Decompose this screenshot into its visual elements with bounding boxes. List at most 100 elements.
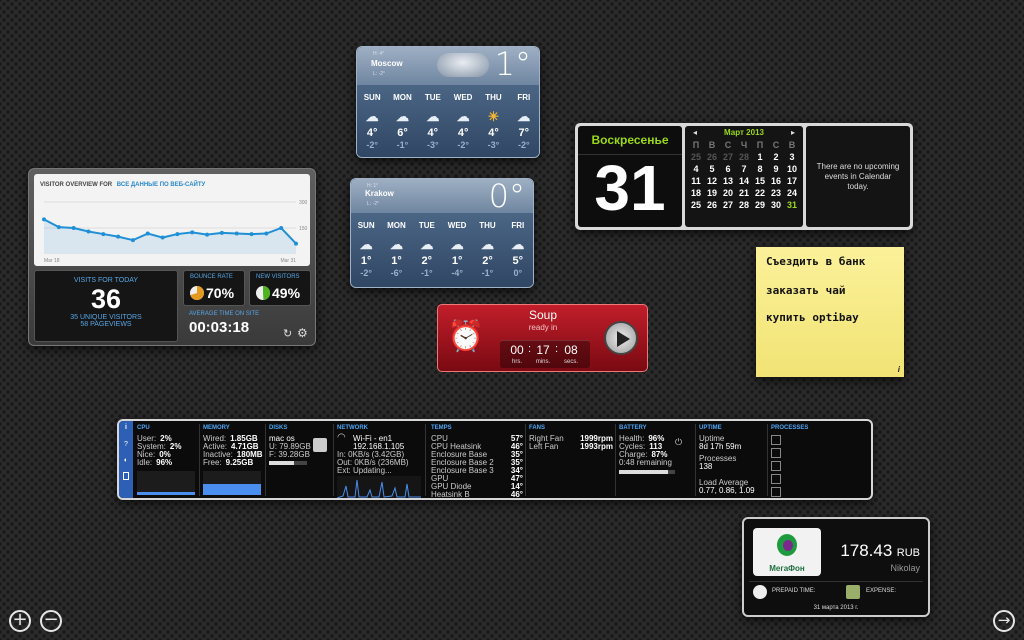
calendar-date[interactable]: 20 [720, 187, 736, 199]
calendar-date[interactable]: 8 [752, 163, 768, 175]
analytics-widget[interactable]: VISITOR OVERVIEW FOR ВСЕ ДАННЫЕ ПО ВЕБ-С… [28, 168, 316, 346]
data-point[interactable] [264, 231, 269, 236]
calendar-day-number: 31 [594, 152, 666, 224]
calendar-date[interactable]: 28 [736, 199, 752, 211]
unique-visitors: 35 UNIQUE VISITORS [70, 314, 142, 321]
forecast-day-name: TUE [418, 221, 435, 230]
data-point[interactable] [175, 232, 180, 237]
megafon-logo: МегаФон [753, 528, 821, 576]
data-point[interactable] [56, 225, 61, 230]
sticky-note[interactable]: Съездить в банк заказать чай купить opti… [756, 247, 904, 377]
calendar-date[interactable]: 13 [720, 175, 736, 187]
data-point[interactable] [130, 238, 135, 243]
add-widget-button[interactable]: + [9, 610, 31, 632]
hard-drive-icon [313, 438, 327, 452]
cloud-icon: ☁ [480, 237, 494, 252]
calendar-date[interactable]: 15 [752, 175, 768, 187]
process-slot[interactable] [771, 435, 781, 445]
process-slot[interactable] [771, 474, 781, 484]
bounce-pie-icon [190, 286, 204, 300]
calendar-date[interactable]: 11 [688, 175, 704, 187]
refresh-icon[interactable]: ↻ [283, 327, 292, 340]
calendar-date[interactable]: 7 [736, 163, 752, 175]
data-point[interactable] [205, 232, 210, 237]
data-point[interactable] [219, 230, 224, 235]
data-point[interactable] [234, 231, 239, 236]
calendar-date[interactable]: 29 [752, 199, 768, 211]
data-point[interactable] [71, 226, 76, 230]
gear-icon[interactable]: ⚙ [297, 326, 308, 340]
process-slot[interactable] [771, 461, 781, 471]
data-point[interactable] [190, 230, 195, 235]
weather-widget-moscow[interactable]: H: 4° Moscow L: -2° 1° SUN ☁ 4° -2° MON ☁ 6° -1… [356, 46, 540, 158]
visits-count: 36 [90, 284, 122, 314]
next-space-button[interactable]: → [993, 610, 1015, 632]
data-point[interactable] [160, 235, 165, 240]
calendar-widget[interactable]: Воскресенье 31 ◂ Март 2013 ▸ П В С Ч П С В 25 26… [575, 123, 913, 230]
calendar-date[interactable]: 16 [768, 175, 784, 187]
calendar-date[interactable]: 19 [704, 187, 720, 199]
calendar-weekday-header: П [692, 140, 700, 150]
calendar-date[interactable]: 1 [752, 151, 768, 163]
data-point[interactable] [86, 229, 91, 234]
calendar-date[interactable]: 26 [704, 199, 720, 211]
battery-mode-icon[interactable] [123, 472, 129, 480]
calendar-date[interactable]: 2 [768, 151, 784, 163]
calendar-date[interactable]: 25 [688, 151, 704, 163]
balance-widget[interactable]: МегаФон 178.43 RUB Nikolay PREPAID TIME:… [742, 517, 930, 617]
note-line[interactable]: купить optibay [766, 311, 859, 324]
calendar-date[interactable]: 4 [688, 163, 704, 175]
calendar-date[interactable]: 22 [752, 187, 768, 199]
stat-value: 9.25GB [225, 458, 254, 467]
calendar-date[interactable]: 9 [768, 163, 784, 175]
forecast-day: MON ☁ 1° -6° [381, 221, 411, 287]
calendar-date[interactable]: 31 [784, 199, 800, 211]
cpu-header: CPU [137, 425, 150, 431]
calendar-date[interactable]: 28 [736, 151, 752, 163]
process-slot[interactable] [771, 448, 781, 458]
calendar-date[interactable]: 18 [688, 187, 704, 199]
calendar-weekday: Воскресенье [591, 133, 669, 147]
info-icon[interactable]: i [898, 365, 900, 374]
timer-widget[interactable]: ⏰ Soup ready in 00 17 08 : : hrs. mins. … [437, 304, 648, 372]
calendar-date[interactable]: 23 [768, 187, 784, 199]
timer-seconds: 08 [564, 343, 578, 357]
calendar-date[interactable]: 17 [784, 175, 800, 187]
calendar-date[interactable]: 25 [688, 199, 704, 211]
stat-value: 96% [156, 458, 173, 467]
system-stats-widget[interactable]: i ? ◐ CPU User: 2% System: 2% Nice: 0% Idle: 96… [117, 419, 873, 500]
note-line[interactable]: заказать чай [766, 284, 845, 297]
data-point[interactable] [101, 232, 106, 237]
calendar-date[interactable]: 3 [784, 151, 800, 163]
play-button[interactable] [604, 321, 638, 355]
next-month-icon[interactable]: ▸ [791, 128, 795, 137]
settings-icon[interactable]: ◐ [119, 457, 133, 464]
remove-widget-button[interactable]: − [40, 610, 62, 632]
data-point[interactable] [294, 241, 298, 246]
calendar-date[interactable]: 27 [720, 199, 736, 211]
calendar-date[interactable]: 21 [736, 187, 752, 199]
calendar-date[interactable]: 10 [784, 163, 800, 175]
forecast-high: 4° [457, 127, 469, 139]
calendar-date[interactable]: 24 [784, 187, 800, 199]
calendar-date[interactable]: 14 [736, 175, 752, 187]
visitor-chart-panel: VISITOR OVERVIEW FOR ВСЕ ДАННЫЕ ПО ВЕБ-С… [34, 174, 310, 266]
info-icon[interactable]: i [119, 424, 133, 431]
battery-section: BATTERY Health: 96% Cycles: 113 Charge: 87% 0:… [619, 424, 682, 474]
calendar-date[interactable]: 5 [704, 163, 720, 175]
calendar-date[interactable]: 26 [704, 151, 720, 163]
calendar-date[interactable]: 27 [720, 151, 736, 163]
calendar-date[interactable]: 12 [704, 175, 720, 187]
data-point[interactable] [279, 226, 284, 230]
data-point[interactable] [42, 217, 46, 222]
calendar-date[interactable]: 6 [720, 163, 736, 175]
avg-time-label: AVERAGE TIME ON SITE [189, 311, 260, 317]
data-point[interactable] [116, 234, 121, 239]
data-point[interactable] [145, 231, 150, 236]
data-point[interactable] [249, 232, 254, 237]
weather-widget-krakow[interactable]: H: 1° Krakow L: -2° 0° SUN ☁ 1° -2° MON ☁ 1° -6… [350, 178, 534, 288]
help-icon[interactable]: ? [119, 441, 133, 448]
note-line[interactable]: Съездить в банк [766, 255, 865, 268]
process-slot[interactable] [771, 487, 781, 497]
calendar-date[interactable]: 30 [768, 199, 784, 211]
